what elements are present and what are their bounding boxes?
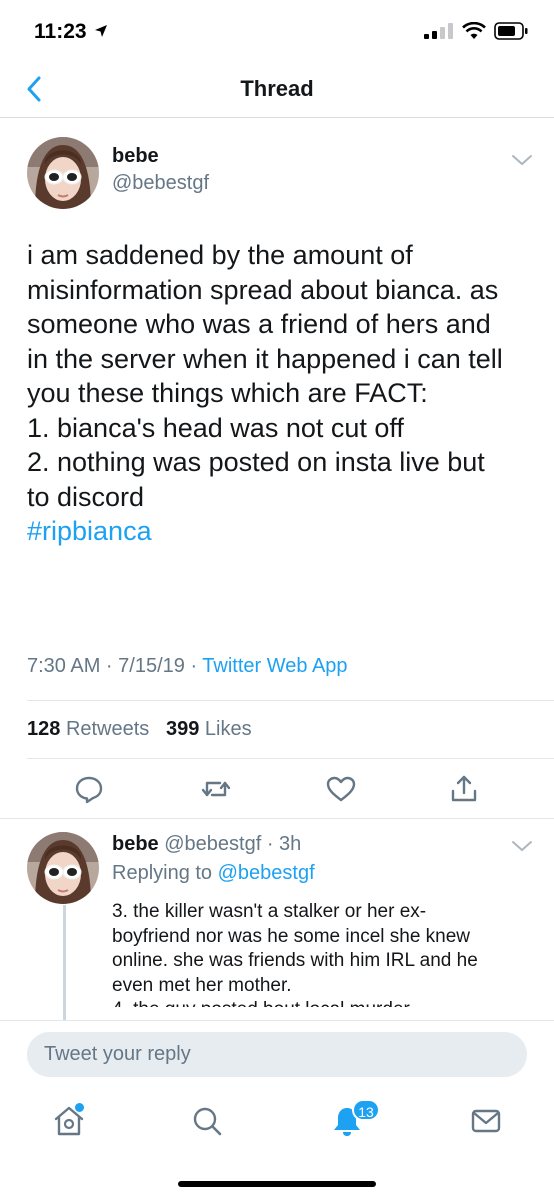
reply-avatar[interactable] xyxy=(27,832,99,904)
status-indicators xyxy=(424,22,528,40)
likes-label[interactable]: Likes xyxy=(205,718,252,740)
reply-composer: Tweet your reply xyxy=(0,1020,554,1090)
reply-line: boyfriend nor was he some incel she knew xyxy=(112,925,471,947)
location-arrow-icon xyxy=(95,25,108,37)
retweet-icon[interactable] xyxy=(200,773,232,805)
page-title: Thread xyxy=(240,76,314,101)
author-name[interactable]: bebe xyxy=(112,145,159,168)
reply-line: 3. the killer wasn't a stalker or her ex… xyxy=(112,901,427,922)
reply-text: 3. the killer wasn't a stalker or her ex… xyxy=(112,900,532,1007)
reply-line-truncated: 4. the guy posted bout local murder xyxy=(112,998,532,1007)
retweets-count[interactable]: 128 xyxy=(27,718,60,740)
replying-to-prefix: Replying to xyxy=(112,862,218,884)
search-icon[interactable] xyxy=(190,1104,224,1138)
avatar[interactable] xyxy=(27,137,99,209)
divider xyxy=(27,758,554,759)
avatar-image-icon xyxy=(27,137,99,209)
tweet-line: 2. nothing was posted on insta live but xyxy=(27,447,485,477)
tweet-source-link[interactable]: Twitter Web App xyxy=(202,655,347,677)
reply-author-name[interactable]: bebe xyxy=(112,833,159,855)
tweet-line: misinformation spread about bianca. as xyxy=(27,274,499,305)
nav-bar: Thread xyxy=(0,60,554,118)
tweet-line: i am saddened by the amount of xyxy=(27,240,413,270)
likes-count[interactable]: 399 xyxy=(166,718,199,740)
status-time: 11:23 xyxy=(34,20,108,44)
tweet-timestamp: 7:30 AM · 7/15/19 · xyxy=(27,655,203,677)
tweet-line: in the server when it happened i can tel… xyxy=(27,343,503,374)
tweet-line: someone who was a friend of hers and xyxy=(27,309,491,339)
status-time-text: 11:23 xyxy=(34,20,87,43)
replying-to: Replying to @bebestgf xyxy=(112,862,315,885)
tweet-stats: 128 Retweets 399 Likes xyxy=(27,718,252,741)
hashtag-link[interactable]: #ripbianca xyxy=(27,514,537,549)
chevron-down-icon[interactable] xyxy=(511,153,533,167)
chevron-down-icon[interactable] xyxy=(511,839,533,853)
reply-line: even met her mother. xyxy=(112,974,292,996)
battery-icon xyxy=(494,22,528,40)
tweet-line: 1. bianca's head was not cut off xyxy=(27,412,404,443)
thread-connector-line xyxy=(63,905,66,1020)
wifi-icon xyxy=(462,22,486,39)
tweet-meta: 7:30 AM · 7/15/19 · Twitter Web App xyxy=(27,655,348,678)
home-unread-dot xyxy=(75,1103,84,1112)
reply-handle-time[interactable]: @bebestgf · 3h xyxy=(164,833,301,855)
divider xyxy=(27,700,554,701)
retweets-label[interactable]: Retweets xyxy=(66,718,149,740)
reply-input[interactable]: Tweet your reply xyxy=(27,1032,527,1077)
share-icon[interactable] xyxy=(448,773,480,805)
reply-icon[interactable] xyxy=(73,773,105,805)
author-handle[interactable]: @bebestgf xyxy=(112,172,209,195)
avatar-image-icon xyxy=(27,832,99,904)
signal-icon xyxy=(424,23,453,39)
tweet-line: to discord xyxy=(27,481,145,512)
tweet-line: you these things which are FACT: xyxy=(27,378,428,408)
home-indicator[interactable] xyxy=(178,1181,376,1187)
messages-envelope-icon[interactable] xyxy=(469,1104,503,1138)
reply-header: bebe @bebestgf · 3h xyxy=(112,833,301,856)
reply-line: online. she was friends with him IRL and… xyxy=(112,950,478,971)
divider xyxy=(0,818,554,819)
like-heart-icon[interactable] xyxy=(325,773,357,805)
replying-to-handle[interactable]: @bebestgf xyxy=(218,862,315,884)
tweet-text: i am saddened by the amount of misinform… xyxy=(27,238,537,549)
notifications-badge: 13 xyxy=(352,1099,380,1121)
